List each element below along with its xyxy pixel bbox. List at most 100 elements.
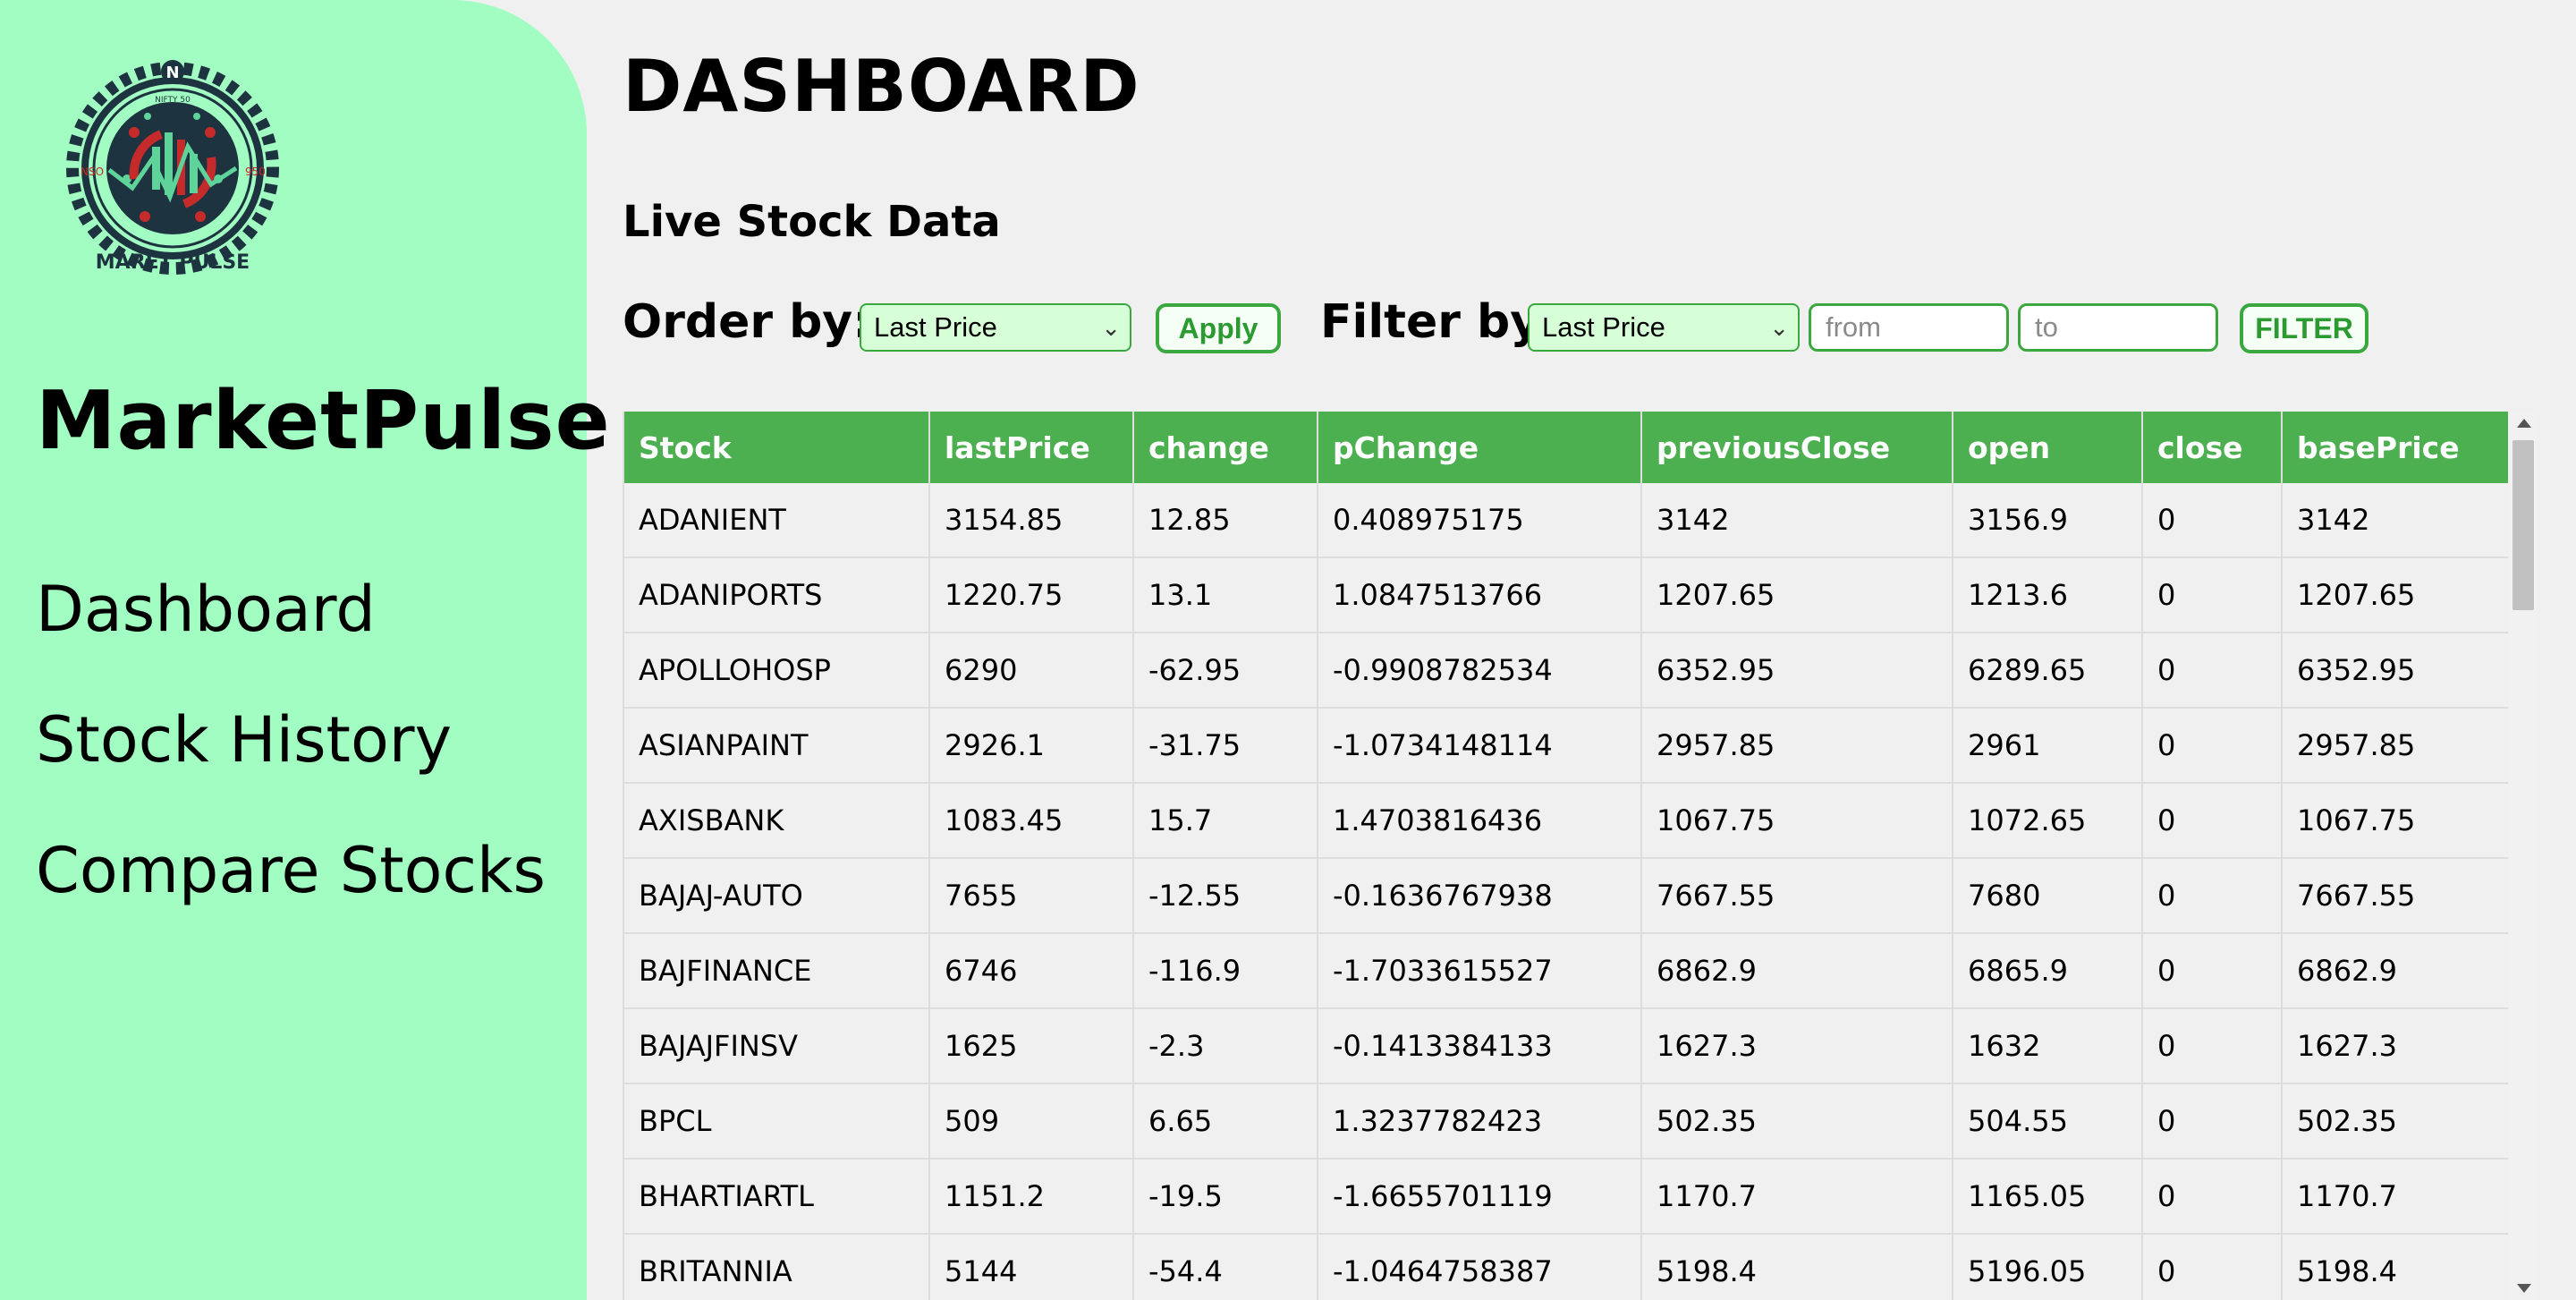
stock-table-container[interactable]: Stock lastPrice change pChange previousC… (623, 412, 2508, 1300)
table-cell: 1170.7 (2282, 1159, 2508, 1235)
table-cell: 1627.3 (1641, 1008, 1953, 1084)
table-cell: AXISBANK (623, 783, 930, 859)
table-cell: BAJAJFINSV (623, 1008, 930, 1084)
table-cell: 0 (2142, 783, 2283, 859)
table-row[interactable]: BAJAJ-AUTO 7655 -12.55 -0.1636767938 7667.55… (623, 858, 2508, 934)
table-cell: 1151.2 (929, 1159, 1134, 1235)
table-row[interactable]: ADANIENT 3154.85 12.85 0.408975175 3142 3156.… (623, 483, 2508, 558)
column-header[interactable]: previousClose (1641, 412, 1953, 483)
table-cell: 2957.85 (1641, 708, 1953, 784)
table-controls: Order by: Last Price ⌄ Apply Filter by: … (623, 291, 2576, 353)
table-cell: -54.4 (1133, 1234, 1318, 1300)
nav-dashboard[interactable]: Dashboard (36, 573, 376, 646)
column-header[interactable]: pChange (1318, 412, 1642, 483)
filter-button[interactable]: FILTER (2240, 303, 2368, 353)
table-row[interactable]: AXISBANK 1083.45 15.7 1.4703816436 1067.75 10… (623, 783, 2508, 859)
table-cell: 7680 (1953, 858, 2143, 934)
table-cell: 0 (2142, 1159, 2283, 1235)
table-row[interactable]: BAJAJFINSV 1625 -2.3 -0.1413384133 1627.3 163… (623, 1008, 2508, 1084)
table-row[interactable]: ASIANPAINT 2926.1 -31.75 -1.0734148114 2957.… (623, 708, 2508, 784)
chevron-down-icon: ⌄ (1769, 314, 1789, 341)
table-cell: 5144 (929, 1234, 1134, 1300)
table-cell: BRITANNIA (623, 1234, 930, 1300)
table-cell: 6865.9 (1953, 933, 2143, 1009)
table-cell: -31.75 (1133, 708, 1318, 784)
brand-name: MarketPulse (36, 374, 611, 468)
table-cell: 1165.05 (1953, 1159, 2143, 1235)
table-cell: 1220.75 (929, 557, 1134, 633)
table-cell: -0.1636767938 (1318, 858, 1642, 934)
table-body: ADANIENT 3154.85 12.85 0.408975175 3142 3156.… (623, 483, 2508, 1300)
table-cell: 1067.75 (2282, 783, 2508, 859)
table-row[interactable]: BRITANNIA 5144 -54.4 -1.0464758387 5198.4 519… (623, 1234, 2508, 1300)
table-cell: 0.408975175 (1318, 483, 1642, 558)
scroll-down-icon[interactable] (2517, 1284, 2531, 1293)
table-cell: 0 (2142, 858, 2283, 934)
table-cell: BAJAJ-AUTO (623, 858, 930, 934)
table-cell: 1213.6 (1953, 557, 2143, 633)
table-cell: ADANIENT (623, 483, 930, 558)
order-by-select-value: Last Price (874, 311, 997, 343)
nav-compare-stocks[interactable]: Compare Stocks (36, 834, 546, 907)
table-cell: 1207.65 (2282, 557, 2508, 633)
table-cell: BPCL (623, 1083, 930, 1160)
table-row[interactable]: BAJFINANCE 6746 -116.9 -1.7033615527 6862.9 6… (623, 933, 2508, 1009)
table-cell: 6289.65 (1953, 633, 2143, 709)
order-by-select[interactable]: Last Price ⌄ (860, 303, 1131, 352)
scroll-thumb[interactable] (2512, 440, 2534, 610)
table-cell: -0.9908782534 (1318, 633, 1642, 709)
column-header[interactable]: lastPrice (929, 412, 1134, 483)
table-row[interactable]: APOLLOHOSP 6290 -62.95 -0.9908782534 6352.95… (623, 633, 2508, 709)
table-cell: ADANIPORTS (623, 557, 930, 633)
logo-top-text: NIFTY 50 (155, 96, 191, 105)
column-header[interactable]: basePrice (2282, 412, 2508, 483)
table-cell: -12.55 (1133, 858, 1318, 934)
table-cell: 6352.95 (1641, 633, 1953, 709)
table-cell: 1207.65 (1641, 557, 1953, 633)
table-cell: 0 (2142, 557, 2283, 633)
table-cell: 6746 (929, 933, 1134, 1009)
table-cell: 2957.85 (2282, 708, 2508, 784)
table-cell: 502.35 (1641, 1083, 1953, 1160)
table-cell: ASIANPAINT (623, 708, 930, 784)
logo-bottom-text: MARET PULSE (96, 251, 250, 274)
table-cell: 504.55 (1953, 1083, 2143, 1160)
table-cell: APOLLOHOSP (623, 633, 930, 709)
filter-by-label: Filter by: (1320, 295, 1559, 349)
table-cell: 6862.9 (2282, 933, 2508, 1009)
column-header[interactable]: change (1133, 412, 1318, 483)
apply-button[interactable]: Apply (1156, 303, 1281, 353)
table-row[interactable]: BPCL 509 6.65 1.3237782423 502.35 504.55 0 502.… (623, 1083, 2508, 1160)
table-cell: 6290 (929, 633, 1134, 709)
filter-by-select[interactable]: Last Price ⌄ (1528, 303, 1800, 352)
table-cell: 1067.75 (1641, 783, 1953, 859)
page-title: DASHBOARD (623, 45, 1140, 128)
nav-stock-history[interactable]: Stock History (36, 703, 452, 777)
table-cell: 3142 (1641, 483, 1953, 558)
scroll-up-icon[interactable] (2517, 419, 2531, 428)
table-cell: 3142 (2282, 483, 2508, 558)
table-scrollbar[interactable] (2510, 412, 2537, 1300)
logo-emblem: N NSO 950 NIFTY 50 MARET PULSE (66, 60, 279, 275)
filter-from-input[interactable]: from (1809, 303, 2009, 352)
column-header[interactable]: Stock (623, 412, 930, 483)
table-row[interactable]: BHARTIARTL 1151.2 -19.5 -1.6655701119 1170.7… (623, 1159, 2508, 1235)
svg-text:N: N (165, 64, 179, 82)
table-cell: 1632 (1953, 1008, 2143, 1084)
filter-to-input[interactable]: to (2018, 303, 2218, 352)
table-cell: 12.85 (1133, 483, 1318, 558)
table-cell: BHARTIARTL (623, 1159, 930, 1235)
table-cell: 7667.55 (2282, 858, 2508, 934)
logo-right-text: 950 (245, 166, 266, 178)
table-cell: 1.4703816436 (1318, 783, 1642, 859)
sidebar: N NSO 950 NIFTY 50 MARET PULSE MarketPul… (0, 0, 610, 1300)
table-cell: 502.35 (2282, 1083, 2508, 1160)
table-row[interactable]: ADANIPORTS 1220.75 13.1 1.0847513766 1207.65… (623, 557, 2508, 633)
table-cell: -2.3 (1133, 1008, 1318, 1084)
order-by-label: Order by: (623, 295, 872, 349)
column-header[interactable]: open (1953, 412, 2143, 483)
column-header[interactable]: close (2142, 412, 2283, 483)
table-cell: 0 (2142, 708, 2283, 784)
table-cell: 3156.9 (1953, 483, 2143, 558)
table-cell: -1.0734148114 (1318, 708, 1642, 784)
